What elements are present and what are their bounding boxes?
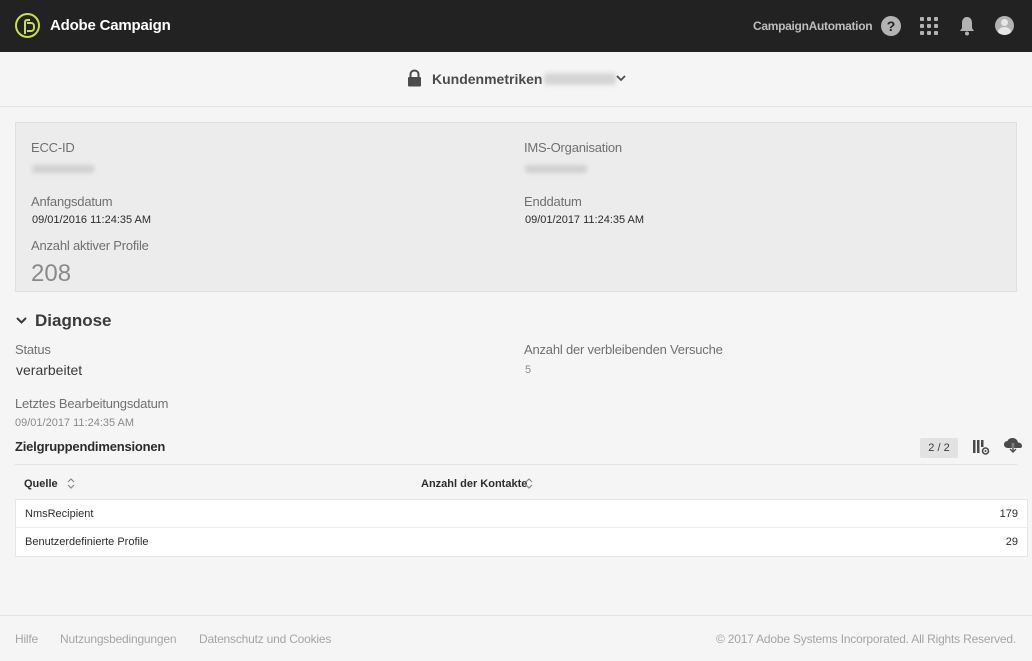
page-title-bar: Kundenmetriken bbox=[0, 52, 1032, 107]
table-row[interactable]: Benutzerdefinierte Profile 29 bbox=[16, 528, 1027, 556]
last-processed-label: Letztes Bearbeitungsdatum bbox=[15, 396, 169, 411]
ims-org-value bbox=[525, 165, 587, 173]
last-processed-value: 09/01/2017 11:24:35 AM bbox=[15, 417, 135, 429]
end-date-value: 09/01/2017 11:24:35 AM bbox=[525, 214, 645, 226]
target-dimensions-title: Zielgruppendimensionen bbox=[15, 439, 166, 454]
app-title[interactable]: Adobe Campaign bbox=[50, 17, 171, 34]
apps-grid-icon[interactable] bbox=[920, 17, 938, 35]
org-switcher[interactable]: CampaignAutomation bbox=[753, 19, 873, 33]
status-value: verarbeitet bbox=[16, 362, 83, 378]
ims-org-label: IMS-Organisation bbox=[524, 140, 622, 155]
start-date-value: 09/01/2016 11:24:35 AM bbox=[32, 214, 152, 226]
active-profiles-value: 208 bbox=[31, 260, 72, 287]
adobe-campaign-logo-icon[interactable] bbox=[15, 13, 40, 38]
page-title[interactable]: Kundenmetriken bbox=[432, 71, 617, 87]
active-profiles-label: Anzahl aktiver Profile bbox=[31, 238, 149, 253]
column-header-source[interactable]: Quelle bbox=[24, 478, 58, 490]
start-date-label: Anfangsdatum bbox=[31, 194, 113, 209]
column-settings-icon[interactable] bbox=[972, 438, 990, 456]
cell-source: Benutzerdefinierte Profile bbox=[25, 536, 149, 548]
pagination-indicator: 2 / 2 bbox=[920, 438, 958, 458]
retries-label: Anzahl der verbleibenden Versuche bbox=[524, 342, 723, 357]
table-row[interactable]: NmsRecipient 179 bbox=[16, 500, 1027, 528]
top-bar: Adobe Campaign CampaignAutomation ? bbox=[0, 0, 1032, 52]
dimensions-table: NmsRecipient 179 Benutzerdefinierte Prof… bbox=[15, 499, 1028, 557]
footer: Hilfe Nutzungsbedingungen Datenschutz un… bbox=[0, 615, 1032, 661]
help-icon[interactable]: ? bbox=[881, 16, 901, 36]
cell-count: 179 bbox=[999, 508, 1018, 520]
metrics-info-panel: ECC-ID IMS-Organisation Anfangsdatum 09/… bbox=[15, 122, 1017, 292]
footer-link-privacy[interactable]: Datenschutz und Cookies bbox=[199, 632, 331, 646]
chevron-down-icon[interactable] bbox=[615, 72, 627, 84]
user-avatar[interactable] bbox=[995, 16, 1014, 35]
notifications-bell-icon[interactable] bbox=[958, 16, 976, 36]
lock-icon bbox=[408, 69, 421, 87]
cell-count: 29 bbox=[1005, 536, 1018, 548]
table-header-divider bbox=[15, 464, 1017, 465]
sort-icon[interactable] bbox=[66, 477, 76, 490]
ecc-id-value bbox=[32, 165, 94, 173]
copyright-text: © 2017 Adobe Systems Incorporated. All R… bbox=[715, 632, 1016, 646]
cell-source: NmsRecipient bbox=[25, 508, 94, 520]
status-label: Status bbox=[15, 342, 51, 357]
diagnose-section-title[interactable]: Diagnose bbox=[35, 311, 112, 331]
end-date-label: Enddatum bbox=[524, 194, 582, 209]
cloud-download-icon[interactable] bbox=[1003, 437, 1023, 455]
retries-value: 5 bbox=[525, 364, 532, 376]
footer-link-terms[interactable]: Nutzungsbedingungen bbox=[60, 632, 177, 646]
ecc-id-label: ECC-ID bbox=[31, 140, 75, 155]
chevron-down-icon[interactable] bbox=[15, 314, 28, 327]
footer-link-help[interactable]: Hilfe bbox=[15, 632, 38, 646]
column-header-contact-count[interactable]: Anzahl der Kontakte bbox=[421, 478, 527, 490]
sort-icon[interactable] bbox=[524, 477, 534, 490]
